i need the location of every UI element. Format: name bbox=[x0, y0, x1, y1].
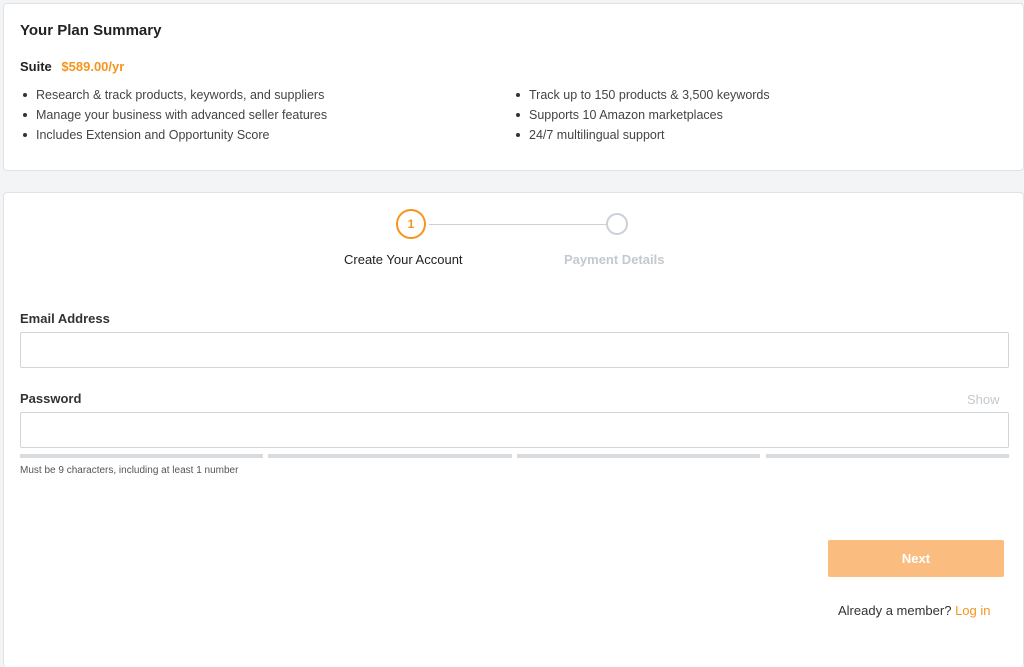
feature-item: Supports 10 Amazon marketplaces bbox=[513, 105, 770, 125]
plan-summary-title: Your Plan Summary bbox=[20, 22, 162, 39]
login-prompt: Already a member? Log in bbox=[838, 603, 991, 618]
password-strength-segment bbox=[517, 454, 760, 458]
password-strength-segment bbox=[20, 454, 263, 458]
plan-price: $589.00/yr bbox=[61, 59, 125, 74]
member-text: Already a member? bbox=[838, 603, 952, 618]
feature-item: Research & track products, keywords, and… bbox=[20, 85, 327, 105]
login-link[interactable]: Log in bbox=[955, 603, 990, 618]
signup-form-card: 1 Create Your Account Payment Details Em… bbox=[3, 192, 1024, 667]
feature-item: Track up to 150 products & 3,500 keyword… bbox=[513, 85, 770, 105]
plan-name: Suite bbox=[20, 59, 52, 74]
password-strength-segment bbox=[766, 454, 1009, 458]
feature-item: 24/7 multilingual support bbox=[513, 125, 770, 145]
email-input[interactable] bbox=[20, 332, 1009, 368]
feature-list-right: Track up to 150 products & 3,500 keyword… bbox=[513, 85, 770, 145]
next-button[interactable]: Next bbox=[828, 540, 1004, 577]
password-strength-segment bbox=[268, 454, 512, 458]
step-1-indicator: 1 bbox=[396, 209, 426, 239]
step-2-label: Payment Details bbox=[564, 252, 665, 267]
password-input[interactable] bbox=[20, 412, 1009, 448]
show-password-toggle[interactable]: Show bbox=[967, 392, 1000, 407]
password-hint: Must be 9 characters, including at least… bbox=[20, 465, 239, 476]
email-label: Email Address bbox=[20, 311, 110, 326]
plan-name-price: Suite $589.00/yr bbox=[20, 59, 124, 74]
feature-list-left: Research & track products, keywords, and… bbox=[20, 85, 327, 145]
password-label: Password bbox=[20, 391, 82, 406]
feature-item: Manage your business with advanced selle… bbox=[20, 105, 327, 125]
step-2-indicator bbox=[606, 213, 628, 235]
step-1-label: Create Your Account bbox=[344, 252, 463, 267]
stepper-connector bbox=[429, 224, 608, 225]
plan-summary-card: Your Plan Summary Suite $589.00/yr Resea… bbox=[3, 3, 1024, 171]
feature-item: Includes Extension and Opportunity Score bbox=[20, 125, 327, 145]
